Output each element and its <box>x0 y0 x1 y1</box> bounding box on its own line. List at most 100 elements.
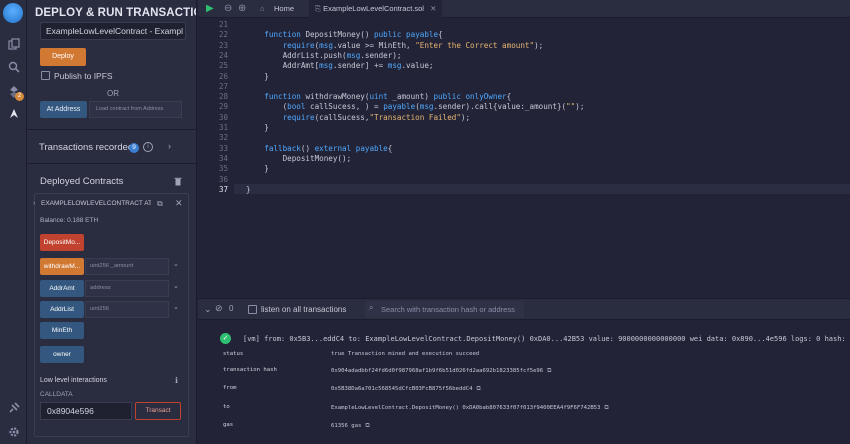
line-number: 25 <box>218 61 228 71</box>
plugin-manager-icon[interactable] <box>6 400 21 415</box>
transactions-recorded-badge: 9 <box>129 143 139 153</box>
info-icon[interactable]: i <box>143 142 153 152</box>
tab-example-contract[interactable]: ⎘ ExampleLowLevelContract.sol ✕ <box>309 0 443 18</box>
fn-button-owner[interactable]: owner <box>40 346 84 363</box>
fn-input-addrlist[interactable]: uint256 <box>85 301 169 318</box>
tx-detail-value: ExampleLowLevelContract.DepositMoney() 0… <box>331 404 609 412</box>
close-icon[interactable]: ✕ <box>175 198 183 209</box>
collapse-terminal-icon[interactable]: ⌄ <box>204 304 212 315</box>
remix-logo-icon[interactable] <box>3 3 23 23</box>
code-line[interactable]: function withdrawMoney(uint _amount) pub… <box>246 92 511 101</box>
tab-home[interactable]: Home <box>274 0 294 18</box>
tx-detail-key: status <box>223 351 244 357</box>
code-line[interactable]: DepositMoney(); <box>246 154 352 163</box>
deploy-run-panel: DEPLOY & RUN TRANSACTIONS✔ ExampleLowLev… <box>27 0 197 444</box>
listen-all-checkbox[interactable] <box>248 305 257 314</box>
fn-button-withdrawmoney[interactable]: withdrawM... <box>40 258 84 275</box>
code-line[interactable]: } <box>246 164 269 173</box>
code-line[interactable]: (bool callSucess, ) = payable(msg.sender… <box>246 102 585 111</box>
file-explorer-icon[interactable] <box>6 36 21 51</box>
publish-ipfs-checkbox[interactable] <box>41 71 50 80</box>
calldata-input[interactable]: 0x8904e596 <box>40 402 132 420</box>
code-line[interactable]: } <box>246 72 269 81</box>
tx-summary[interactable]: [vm] from: 0x5B3...eddC4 to: ExampleLowL… <box>243 335 850 343</box>
fn-button-addrlist[interactable]: AddrList <box>40 301 84 318</box>
search-icon[interactable] <box>6 59 21 74</box>
copy-icon[interactable]: ⧉ <box>476 385 480 392</box>
clear-console-icon[interactable]: ⊘ <box>215 303 223 314</box>
chevron-right-icon[interactable]: › <box>168 141 171 151</box>
zoom-out-icon[interactable]: ⊖ <box>224 3 232 14</box>
line-number: 34 <box>218 153 228 163</box>
tx-gas-value: 61356 gas <box>331 423 362 429</box>
transactions-recorded-label[interactable]: Transactions recorded <box>39 142 133 153</box>
instance-name[interactable]: EXAMPLELOWLEVELCONTRACT AT 0x <box>41 200 151 207</box>
run-script-icon[interactable]: ▶ <box>206 3 214 14</box>
solidity-file-icon: ⎘ <box>315 4 321 13</box>
tx-detail-value: 0x5B38Da6a701c568545dCfcB03FcB875f56bedd… <box>331 385 481 393</box>
line-number: 29 <box>218 102 228 112</box>
panel-title-text: DEPLOY & RUN TRANSACTIONS <box>35 7 196 19</box>
icon-rail: 2 <box>0 0 27 444</box>
settings-icon[interactable] <box>6 424 21 439</box>
transact-button[interactable]: Transact <box>135 402 181 420</box>
fn-button-mineth[interactable]: MinEth <box>40 322 84 339</box>
fn-input-withdrawmoney[interactable]: uint256 _amount <box>85 258 169 275</box>
copy-icon[interactable]: ⧉ <box>365 422 369 429</box>
at-address-button[interactable]: At Address <box>40 101 87 118</box>
zoom-in-icon[interactable]: ⊕ <box>238 3 246 14</box>
code-line[interactable]: } <box>246 185 251 194</box>
chevron-down-icon[interactable]: ⌄ <box>173 303 179 311</box>
code-line[interactable]: AddrList.push(msg.sender); <box>246 51 402 60</box>
deploy-run-icon[interactable] <box>6 106 21 121</box>
editor-tab-bar: ▶ ⊖ ⊕ ⌂ Home ⎘ ExampleLowLevelContract.s… <box>198 0 850 18</box>
tx-detail-key: gas <box>223 422 234 428</box>
copy-icon[interactable]: ⧉ <box>157 199 163 209</box>
code-line[interactable]: AddrAmt[msg.sender] += msg.value; <box>246 61 434 70</box>
code-line[interactable]: require(msg.value >= MinEth, "Enter the … <box>246 41 544 50</box>
line-number: 33 <box>218 143 228 153</box>
tx-detail-key: to <box>223 404 230 410</box>
fn-input-addramt[interactable]: address <box>85 280 169 297</box>
fn-button-addramt[interactable]: AddrAmt <box>40 280 84 297</box>
publish-ipfs-label: Publish to IPFS <box>54 71 113 81</box>
at-address-input[interactable]: Load contract from Address <box>89 101 182 118</box>
tx-from-value: 0x5B38Da6a701c568545dCfcB03FcB875f56bedd… <box>331 386 473 392</box>
panel-title: DEPLOY & RUN TRANSACTIONS✔ <box>35 5 196 19</box>
tx-detail-key: transaction hash <box>223 367 277 373</box>
divider <box>27 163 196 164</box>
copy-icon[interactable]: ⧉ <box>547 367 551 374</box>
code-line[interactable]: fallback() external payable{ <box>246 144 392 153</box>
line-number: 37 <box>218 184 228 194</box>
close-icon[interactable]: ✕ <box>430 4 436 13</box>
calldata-label: CALLDATA <box>40 391 73 398</box>
line-number: 23 <box>218 40 228 50</box>
info-icon[interactable]: ℹ <box>175 376 178 385</box>
trash-icon[interactable] <box>174 177 182 188</box>
chevron-down-icon[interactable]: ⌄ <box>173 260 179 268</box>
chevron-down-icon[interactable]: ⌄ <box>173 282 179 290</box>
code-line[interactable]: } <box>246 123 269 132</box>
deploy-button[interactable]: Deploy <box>40 48 86 66</box>
line-number: 24 <box>218 50 228 60</box>
line-number: 32 <box>218 133 228 143</box>
tx-detail-key: from <box>223 385 237 391</box>
code-line[interactable]: function DepositMoney() public payable{ <box>246 30 442 39</box>
line-number: 27 <box>218 81 228 91</box>
copy-icon[interactable]: ⧉ <box>604 404 608 411</box>
deployed-contracts-label: Deployed Contracts <box>40 176 124 187</box>
tx-to-value: ExampleLowLevelContract.DepositMoney() 0… <box>331 405 601 411</box>
line-number: 22 <box>218 30 228 40</box>
home-icon[interactable]: ⌂ <box>260 0 265 18</box>
contract-select[interactable]: ExampleLowLevelContract - Exampl <box>40 22 186 40</box>
fn-button-depositmoney[interactable]: DepositMo... <box>40 234 84 251</box>
pending-tx-count: 0 <box>229 304 234 313</box>
code-editor[interactable]: 21 22 23 24 25 26 27 28 29 30 31 32 33 34 35 36 37 funct… <box>198 18 850 296</box>
code-line[interactable]: require(callSucess,"Transaction Failed")… <box>246 113 470 122</box>
chevron-down-icon[interactable]: › <box>33 200 35 207</box>
terminal-search-placeholder: Search with transaction hash or address <box>381 305 515 314</box>
divider <box>27 129 196 130</box>
listen-all-label: listen on all transactions <box>261 305 347 314</box>
instance-balance: Balance: 0.188 ETH <box>40 217 99 224</box>
line-number: 28 <box>218 92 228 102</box>
